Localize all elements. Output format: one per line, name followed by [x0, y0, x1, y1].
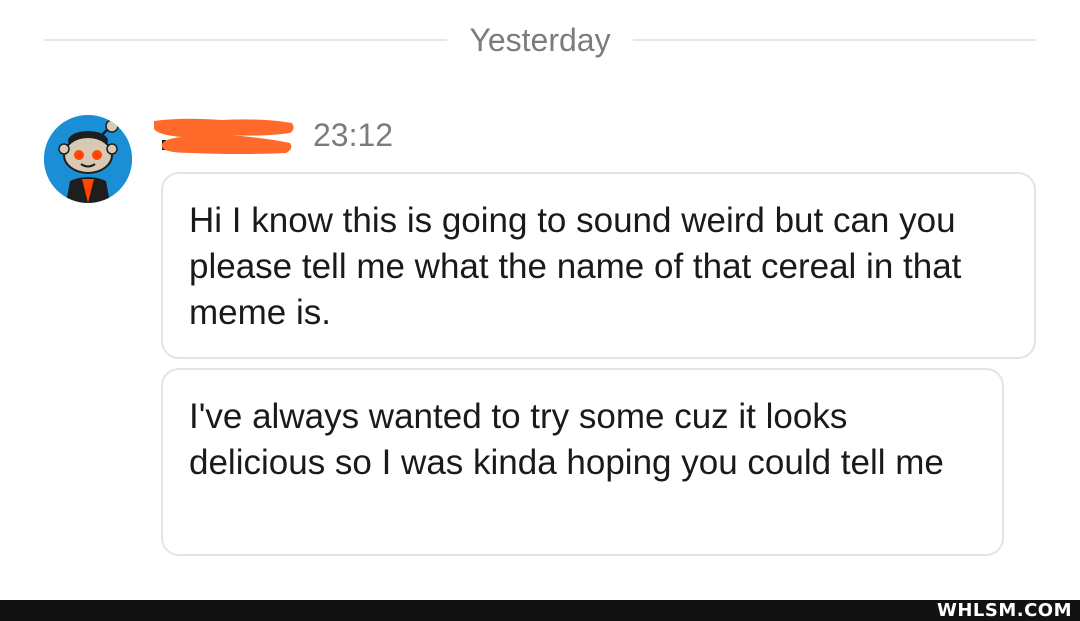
message-header: 23:12: [152, 112, 393, 158]
reddit-snoo-avatar-icon: [44, 115, 132, 203]
divider-line-right: [632, 39, 1037, 41]
message-bubble[interactable]: I've always wanted to try some cuz it lo…: [161, 368, 1004, 556]
date-divider: Yesterday: [44, 18, 1037, 62]
user-avatar[interactable]: [44, 115, 132, 203]
watermark-text: WHLSM.COM: [936, 600, 1072, 621]
message-timestamp: 23:12: [313, 116, 394, 153]
watermark-bar: WHLSM.COM: [0, 600, 1080, 621]
message-text: Hi I know this is going to sound weird b…: [189, 201, 962, 332]
message-text: I've always wanted to try some cuz it lo…: [189, 397, 944, 482]
message-bubble[interactable]: Hi I know this is going to sound weird b…: [161, 172, 1036, 359]
redacted-username: [152, 115, 297, 155]
date-divider-label: Yesterday: [469, 22, 611, 58]
divider-line-left: [44, 39, 448, 41]
